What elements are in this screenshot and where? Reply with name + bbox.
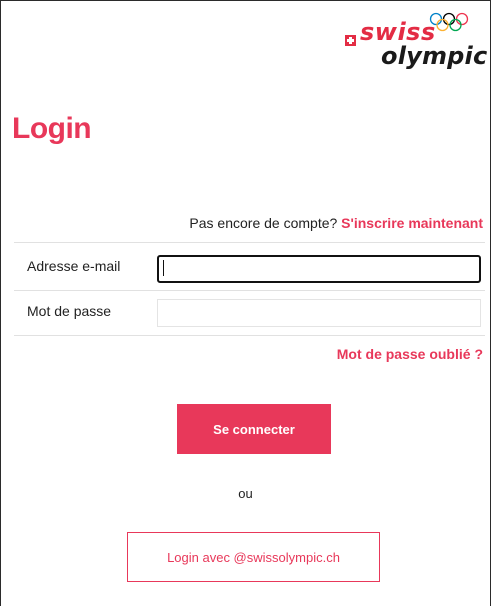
sso-login-button[interactable]: Login avec @swissolympic.ch	[127, 532, 380, 582]
email-field[interactable]	[157, 255, 481, 283]
swiss-olympic-logo: swiss olympic	[329, 8, 487, 72]
olympic-rings-icon	[429, 12, 469, 32]
divider-top	[14, 242, 485, 243]
login-button[interactable]: Se connecter	[177, 404, 331, 454]
swiss-flag-icon	[345, 35, 356, 46]
or-separator: ou	[238, 486, 253, 501]
divider-middle	[14, 290, 485, 291]
divider-bottom	[14, 335, 485, 336]
forgot-password-link[interactable]: Mot de passe oublié ?	[337, 346, 483, 362]
text-caret	[163, 260, 164, 276]
password-label: Mot de passe	[27, 303, 112, 319]
logo-word-olympic: olympic	[381, 42, 488, 70]
email-label: Adresse e-mail	[27, 258, 121, 274]
page-title: Login	[12, 112, 92, 145]
signup-prompt-row: Pas encore de compte? S'inscrire mainten…	[189, 215, 483, 231]
password-field[interactable]	[157, 299, 481, 327]
signup-prompt-text: Pas encore de compte?	[189, 215, 338, 231]
signup-link[interactable]: S'inscrire maintenant	[341, 215, 483, 231]
